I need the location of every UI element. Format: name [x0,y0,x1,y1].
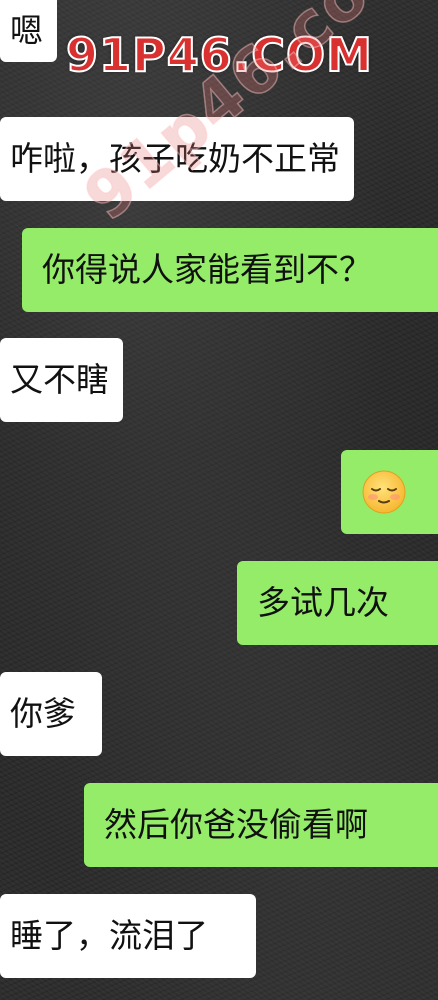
message-bubble-incoming[interactable]: 嗯 [0,0,57,62]
watermark-logo: 91P46.COM [65,28,373,82]
message-text: 你得说人家能看到不？ [42,250,372,289]
message-bubble-outgoing[interactable]: 你得说人家能看到不？ [22,228,438,312]
message-text: 然后你爸没偷看啊 [104,805,368,844]
message-text: 咋啦，孩子吃奶不正常 [10,139,340,178]
message-bubble-outgoing[interactable]: 然后你爸没偷看啊 [84,783,438,867]
message-text: 又不瞎 [10,360,109,399]
message-bubble-incoming[interactable]: 睡了，流泪了 [0,894,256,978]
message-text: 多试几次 [257,583,389,622]
message-bubble-outgoing[interactable]: 多试几次 [237,561,438,645]
message-bubble-incoming[interactable]: 咋啦，孩子吃奶不正常 [0,117,354,201]
relieved-face-emoji [362,470,406,514]
message-bubble-incoming[interactable]: 又不瞎 [0,338,123,422]
message-text: 嗯 [10,11,43,50]
message-text: 你爹 [10,694,76,733]
message-text: 睡了，流泪了 [10,916,208,955]
message-bubble-outgoing[interactable] [341,450,438,534]
message-bubble-incoming[interactable]: 你爹 [0,672,102,756]
